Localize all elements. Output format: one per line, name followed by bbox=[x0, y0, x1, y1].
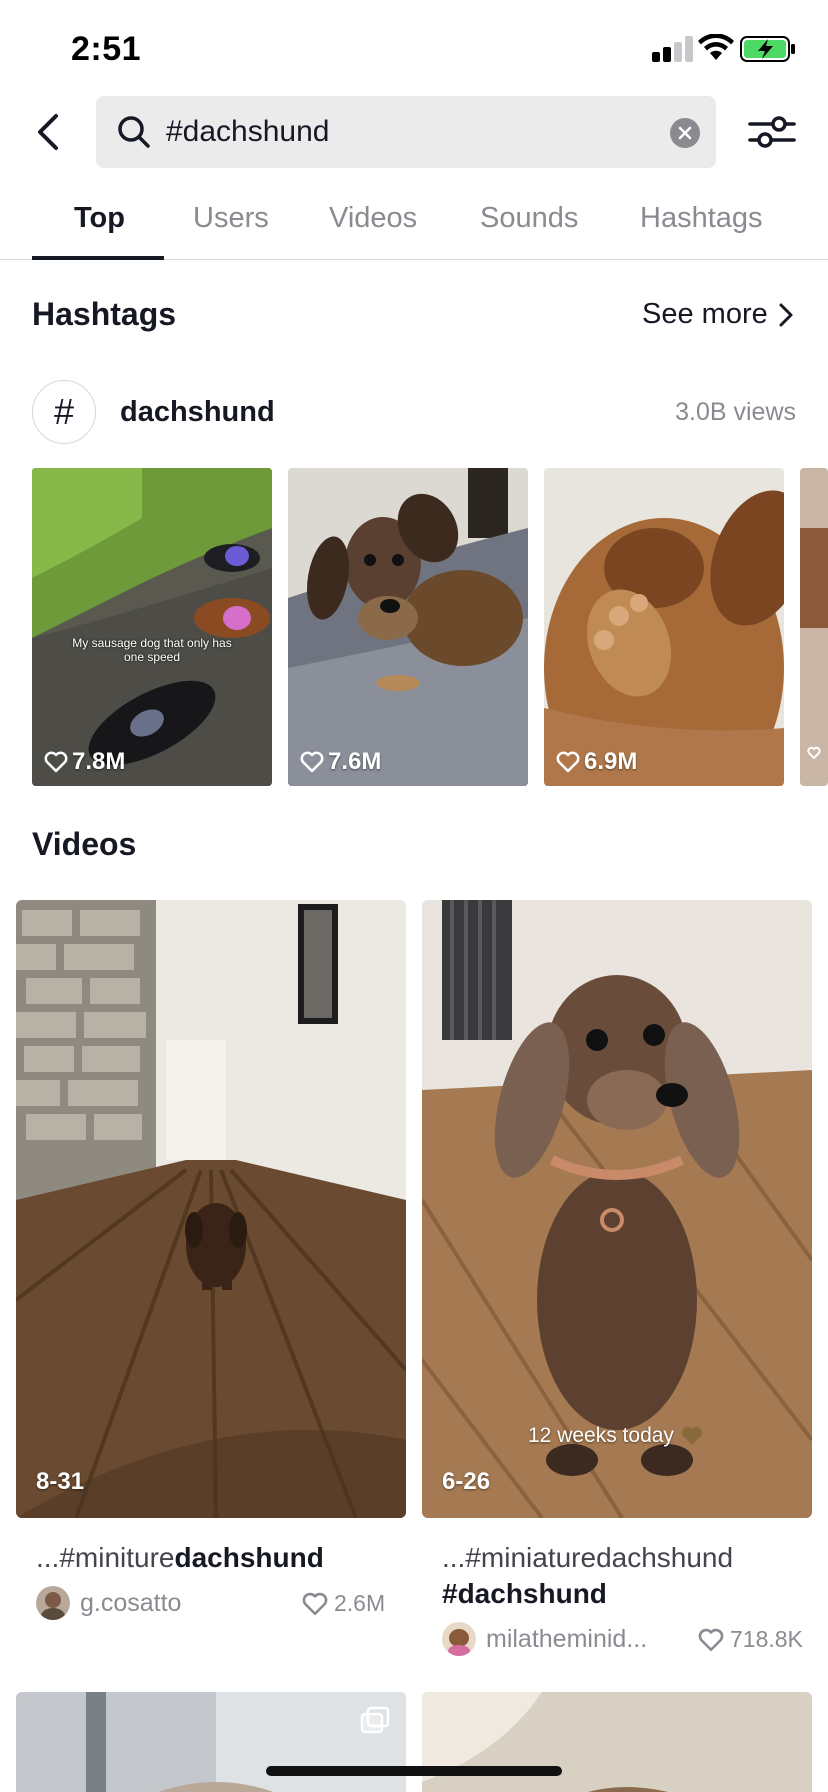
hashtag-video-thumbnail[interactable]: My sausage dog that only has one speed 7… bbox=[32, 468, 272, 786]
dog-on-bed-image bbox=[288, 468, 528, 786]
heart-icon bbox=[44, 751, 68, 773]
status-time: 2:51 bbox=[71, 30, 142, 68]
likes-count: 7.6M bbox=[328, 748, 382, 775]
video-description[interactable]: ...#miniaturedachshund #dachshund bbox=[442, 1540, 812, 1612]
dog-paw-image bbox=[544, 468, 784, 786]
video-date: 6-26 bbox=[442, 1468, 491, 1495]
search-tabs: Top Users Videos Sounds Hashtags bbox=[0, 186, 828, 260]
video-likes: 2.6M bbox=[302, 1590, 385, 1617]
see-more-link[interactable]: See more bbox=[642, 298, 794, 331]
multi-photo-icon bbox=[360, 1706, 390, 1734]
heart-icon bbox=[698, 1628, 724, 1651]
hashtag-video-thumbnail-partial[interactable] bbox=[800, 468, 828, 786]
dog-hallway-image bbox=[16, 900, 406, 1518]
videos-section-title: Videos bbox=[32, 826, 137, 862]
clear-icon bbox=[678, 126, 692, 140]
video-overlay-text: 12 weeks today bbox=[528, 1424, 704, 1448]
search-input[interactable] bbox=[166, 110, 636, 154]
video-card[interactable]: 8-31 bbox=[16, 900, 406, 1518]
thumbnail-caption: My sausage dog that only has one speed bbox=[72, 636, 232, 664]
tab-hashtags[interactable]: Hashtags bbox=[640, 202, 763, 235]
video-card-partial[interactable] bbox=[16, 1692, 406, 1792]
video-author[interactable]: g.cosatto bbox=[36, 1586, 181, 1620]
overlay-caption: 12 weeks today bbox=[528, 1424, 674, 1447]
dog-walk-image bbox=[32, 468, 272, 786]
video-card[interactable]: 12 weeks today 6-26 bbox=[422, 900, 812, 1518]
hashtags-section-title: Hashtags bbox=[32, 296, 177, 332]
author-username: g.cosatto bbox=[80, 1588, 182, 1617]
back-button[interactable] bbox=[24, 108, 72, 156]
likes-count: 718.8K bbox=[730, 1626, 803, 1652]
thumbnail-likes: 7.8M bbox=[44, 748, 125, 776]
video-description-bold: dachshund bbox=[174, 1542, 324, 1573]
status-bar: 2:51 bbox=[0, 0, 828, 96]
partial-video-image bbox=[16, 1692, 406, 1792]
partial-thumbnail-image bbox=[800, 468, 828, 786]
likes-count: 2.6M bbox=[334, 1590, 386, 1616]
thumbnail-likes: 6.9M bbox=[556, 748, 637, 776]
tab-videos[interactable]: Videos bbox=[329, 202, 417, 235]
tab-top[interactable]: Top bbox=[74, 202, 125, 235]
video-likes: 718.8K bbox=[698, 1626, 803, 1653]
thumbnail-likes: 7.6M bbox=[300, 748, 381, 776]
hashtag-name[interactable]: dachshund bbox=[120, 396, 275, 429]
clear-search-button[interactable] bbox=[670, 118, 700, 148]
video-description[interactable]: ...#minituredachshund bbox=[36, 1540, 396, 1576]
hashtag-icon: # bbox=[32, 380, 96, 444]
filter-button[interactable] bbox=[744, 108, 800, 156]
video-author[interactable]: milatheminid... bbox=[442, 1622, 647, 1656]
search-icon bbox=[118, 116, 150, 148]
back-chevron-icon bbox=[38, 114, 58, 150]
battery-charging-icon bbox=[740, 36, 795, 62]
likes-count: 7.8M bbox=[72, 748, 126, 775]
video-description-tags: ...#miniture bbox=[36, 1542, 175, 1573]
avatar bbox=[442, 1622, 476, 1656]
likes-count: 6.9M bbox=[584, 748, 638, 775]
author-username: milatheminid... bbox=[486, 1624, 648, 1653]
home-indicator[interactable] bbox=[266, 1766, 562, 1776]
video-date: 8-31 bbox=[36, 1468, 85, 1495]
see-more-label: See more bbox=[642, 298, 768, 330]
search-bar[interactable] bbox=[96, 96, 716, 168]
heart-icon bbox=[300, 751, 324, 773]
hashtag-video-thumbnail[interactable]: 6.9M bbox=[544, 468, 784, 786]
wifi-icon bbox=[698, 34, 734, 60]
filter-sliders-icon bbox=[748, 116, 796, 148]
hashtag-video-thumbnail[interactable]: 7.6M bbox=[288, 468, 528, 786]
partial-video-image bbox=[422, 1692, 812, 1792]
heart-icon bbox=[302, 1592, 328, 1615]
chevron-right-icon bbox=[779, 303, 793, 326]
video-description-bold: #dachshund bbox=[442, 1578, 607, 1609]
heart-emoji-icon bbox=[681, 1426, 703, 1445]
active-tab-indicator bbox=[32, 256, 164, 260]
tab-users[interactable]: Users bbox=[193, 202, 269, 235]
cellular-signal-icon bbox=[652, 36, 693, 62]
video-description-tags: ...#miniaturedachshund bbox=[442, 1542, 734, 1573]
video-card-partial[interactable] bbox=[422, 1692, 812, 1792]
heart-icon bbox=[556, 751, 580, 773]
hashtag-views: 3.0B views bbox=[675, 398, 796, 426]
avatar bbox=[36, 1586, 70, 1620]
tab-sounds[interactable]: Sounds bbox=[480, 202, 578, 235]
